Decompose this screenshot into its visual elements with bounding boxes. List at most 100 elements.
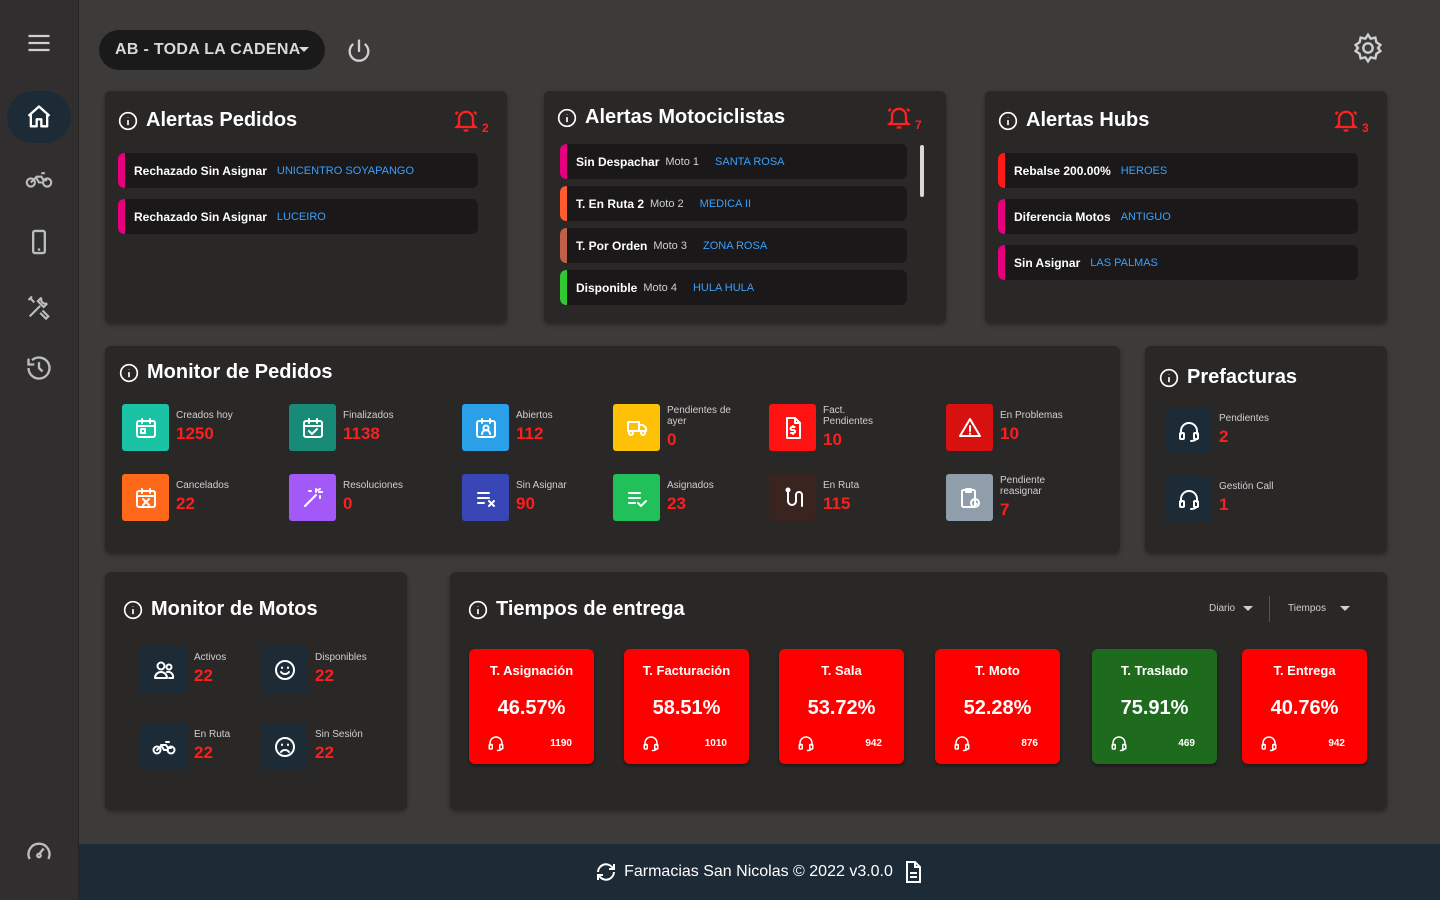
stat-tile[interactable]: Creados hoy 1250 xyxy=(122,404,233,451)
stat-tile-icon-box xyxy=(122,474,169,521)
stat-tile-value: 10 xyxy=(823,429,842,449)
alert-moto: Moto 1 xyxy=(665,155,700,168)
document-icon[interactable] xyxy=(901,860,925,884)
stat-tile[interactable]: Sin Asignar 90 xyxy=(462,474,567,521)
stat-tile[interactable]: Finalizados 1138 xyxy=(289,404,394,451)
alertas-pedidos-title: Alertas Pedidos xyxy=(118,109,297,132)
alert-item[interactable]: Diferencia Motos ANTIGUO xyxy=(998,199,1358,234)
period-dropdown-label: Diario xyxy=(1209,603,1236,614)
sidebar-item-support[interactable] xyxy=(7,826,71,878)
sidebar-item-devices[interactable] xyxy=(7,216,71,268)
alert-place-link[interactable]: HEROES xyxy=(1121,165,1167,177)
store-selector[interactable]: AB - TODA LA CADENA xyxy=(99,30,325,70)
time-metric-count: 1010 xyxy=(704,738,727,749)
alert-item[interactable]: Rechazado Sin Asignar LUCEIRO xyxy=(118,199,478,234)
time-metric-card[interactable]: T. Moto 52.28% 876 xyxy=(935,649,1060,764)
alert-item[interactable]: Rebalse 200.00% HEROES xyxy=(998,153,1358,188)
alert-status: Sin Despachar xyxy=(576,154,660,169)
sidebar-item-tools[interactable] xyxy=(7,281,71,333)
gear-icon[interactable] xyxy=(1352,32,1384,64)
stat-tile-text: Pendientes 2 xyxy=(1219,413,1269,448)
users-icon xyxy=(153,661,174,679)
bell-icon[interactable] xyxy=(885,103,913,131)
stat-tile[interactable]: Pendiente reasignar 7 xyxy=(946,474,1070,521)
headset-icon xyxy=(1111,736,1127,752)
alert-item[interactable]: T. Por Orden Moto 3 ZONA ROSA xyxy=(560,228,907,263)
stat-tile[interactable]: En Ruta 22 xyxy=(140,723,230,770)
bell-icon[interactable] xyxy=(1332,106,1360,134)
power-icon[interactable] xyxy=(345,37,373,65)
alert-item[interactable]: Sin Asignar LAS PALMAS xyxy=(998,245,1358,280)
stat-tile-icon-box xyxy=(946,474,993,521)
info-icon xyxy=(998,111,1018,130)
stat-tile[interactable]: En Ruta 115 xyxy=(769,474,859,521)
time-metric-title: T. Sala xyxy=(821,663,862,678)
alert-place-link[interactable]: MEDICA II xyxy=(700,198,751,210)
stat-tile-text: Creados hoy 1250 xyxy=(176,410,233,445)
stat-tile-icon-box xyxy=(140,646,187,693)
time-metric-card[interactable]: T. Sala 53.72% 942 xyxy=(779,649,904,764)
alert-place-link[interactable]: HULA HULA xyxy=(693,282,754,294)
sidebar-item-home[interactable] xyxy=(7,91,71,143)
time-metric-card[interactable]: T. Facturación 58.51% 1010 xyxy=(624,649,749,764)
sidebar-item-motos[interactable] xyxy=(7,153,71,205)
stat-tile[interactable]: Pendientes de ayer 0 xyxy=(613,404,737,451)
metric-dropdown[interactable]: Tiempos xyxy=(1288,603,1350,614)
list-x-icon xyxy=(476,491,495,507)
stat-tile[interactable]: Resoluciones 0 xyxy=(289,474,403,521)
sync-icon[interactable] xyxy=(594,860,618,884)
time-metric-card[interactable]: T. Entrega 40.76% 942 xyxy=(1242,649,1367,764)
stat-tile[interactable]: Activos 22 xyxy=(140,646,226,693)
scrollbar[interactable] xyxy=(920,145,924,197)
time-metric-count: 942 xyxy=(865,738,882,749)
stat-tile[interactable]: Abiertos 112 xyxy=(462,404,553,451)
alertas-motociclistas-card: Alertas Motociclistas 7 Sin Despachar Mot… xyxy=(544,91,946,323)
stat-tile-label: Pendiente reasignar xyxy=(1000,474,1046,497)
stat-tile[interactable]: Gestión Call 1 xyxy=(1165,475,1273,522)
stat-tile-text: En Problemas 10 xyxy=(1000,410,1063,445)
info-icon xyxy=(123,600,143,619)
alert-item[interactable]: T. En Ruta 2 Moto 2 MEDICA II xyxy=(560,186,907,221)
stat-tile-value: 22 xyxy=(194,743,213,762)
stat-tile[interactable]: Pendientes 2 xyxy=(1165,407,1269,454)
prefacturas-card: Prefacturas Pendientes 2 Gestión Call 1 xyxy=(1145,346,1387,553)
stat-tile[interactable]: En Problemas 10 xyxy=(946,404,1063,451)
stat-tile-text: Asignados 23 xyxy=(667,480,714,515)
alert-place-link[interactable]: LAS PALMAS xyxy=(1090,257,1158,269)
alert-status: T. En Ruta 2 xyxy=(576,196,645,211)
monitor-pedidos-title: Monitor de Pedidos xyxy=(119,361,333,384)
stat-tile[interactable]: Cancelados 22 xyxy=(122,474,229,521)
stat-tile-icon-box xyxy=(1165,407,1212,454)
menu-button[interactable] xyxy=(7,17,71,69)
period-dropdown[interactable]: Diario xyxy=(1209,603,1254,614)
stat-tile-label: En Ruta xyxy=(194,729,231,740)
time-metric-percent: 40.76% xyxy=(1270,697,1339,719)
smile-icon xyxy=(274,659,295,680)
stat-tile-label: Pendientes xyxy=(1219,413,1270,424)
stat-tile-label: Fact. Pendientes xyxy=(823,404,874,427)
time-metric-card[interactable]: T. Asignación 46.57% 1190 xyxy=(469,649,594,764)
stat-tile-icon-box xyxy=(462,474,509,521)
time-metric-card[interactable]: T. Traslado 75.91% 469 xyxy=(1092,649,1217,764)
alert-place-link[interactable]: UNICENTRO SOYAPANGO xyxy=(277,165,414,177)
bell-icon[interactable] xyxy=(452,106,480,134)
alert-place-link[interactable]: LUCEIRO xyxy=(277,211,326,223)
alert-place-link[interactable]: ANTIGUO xyxy=(1121,211,1171,223)
alert-item[interactable]: Disponible Moto 4 HULA HULA xyxy=(560,270,907,305)
alert-item[interactable]: Rechazado Sin Asignar UNICENTRO SOYAPANGO xyxy=(118,153,478,188)
alert-item[interactable]: Sin Despachar Moto 1 SANTA ROSA xyxy=(560,144,907,179)
stat-tile-text: Finalizados 1138 xyxy=(343,410,394,445)
alert-place-link[interactable]: ZONA ROSA xyxy=(703,240,767,252)
time-metric-percent: 53.72% xyxy=(807,697,876,719)
stat-tile-icon-box xyxy=(613,404,660,451)
alert-place-link[interactable]: SANTA ROSA xyxy=(715,156,784,168)
stat-tile[interactable]: Disponibles 22 xyxy=(261,646,367,693)
sidebar-item-history[interactable] xyxy=(7,342,71,394)
stat-tile[interactable]: Fact. Pendientes 10 xyxy=(769,404,893,451)
stat-tile[interactable]: Sin Sesión 22 xyxy=(261,723,363,770)
stat-tile-value: 2 xyxy=(1219,427,1229,446)
chevron-down-icon xyxy=(1339,606,1350,611)
stat-tile[interactable]: Asignados 23 xyxy=(613,474,714,521)
stat-tile-icon-box xyxy=(289,404,336,451)
stat-tile-label: Gestión Call xyxy=(1219,481,1274,492)
